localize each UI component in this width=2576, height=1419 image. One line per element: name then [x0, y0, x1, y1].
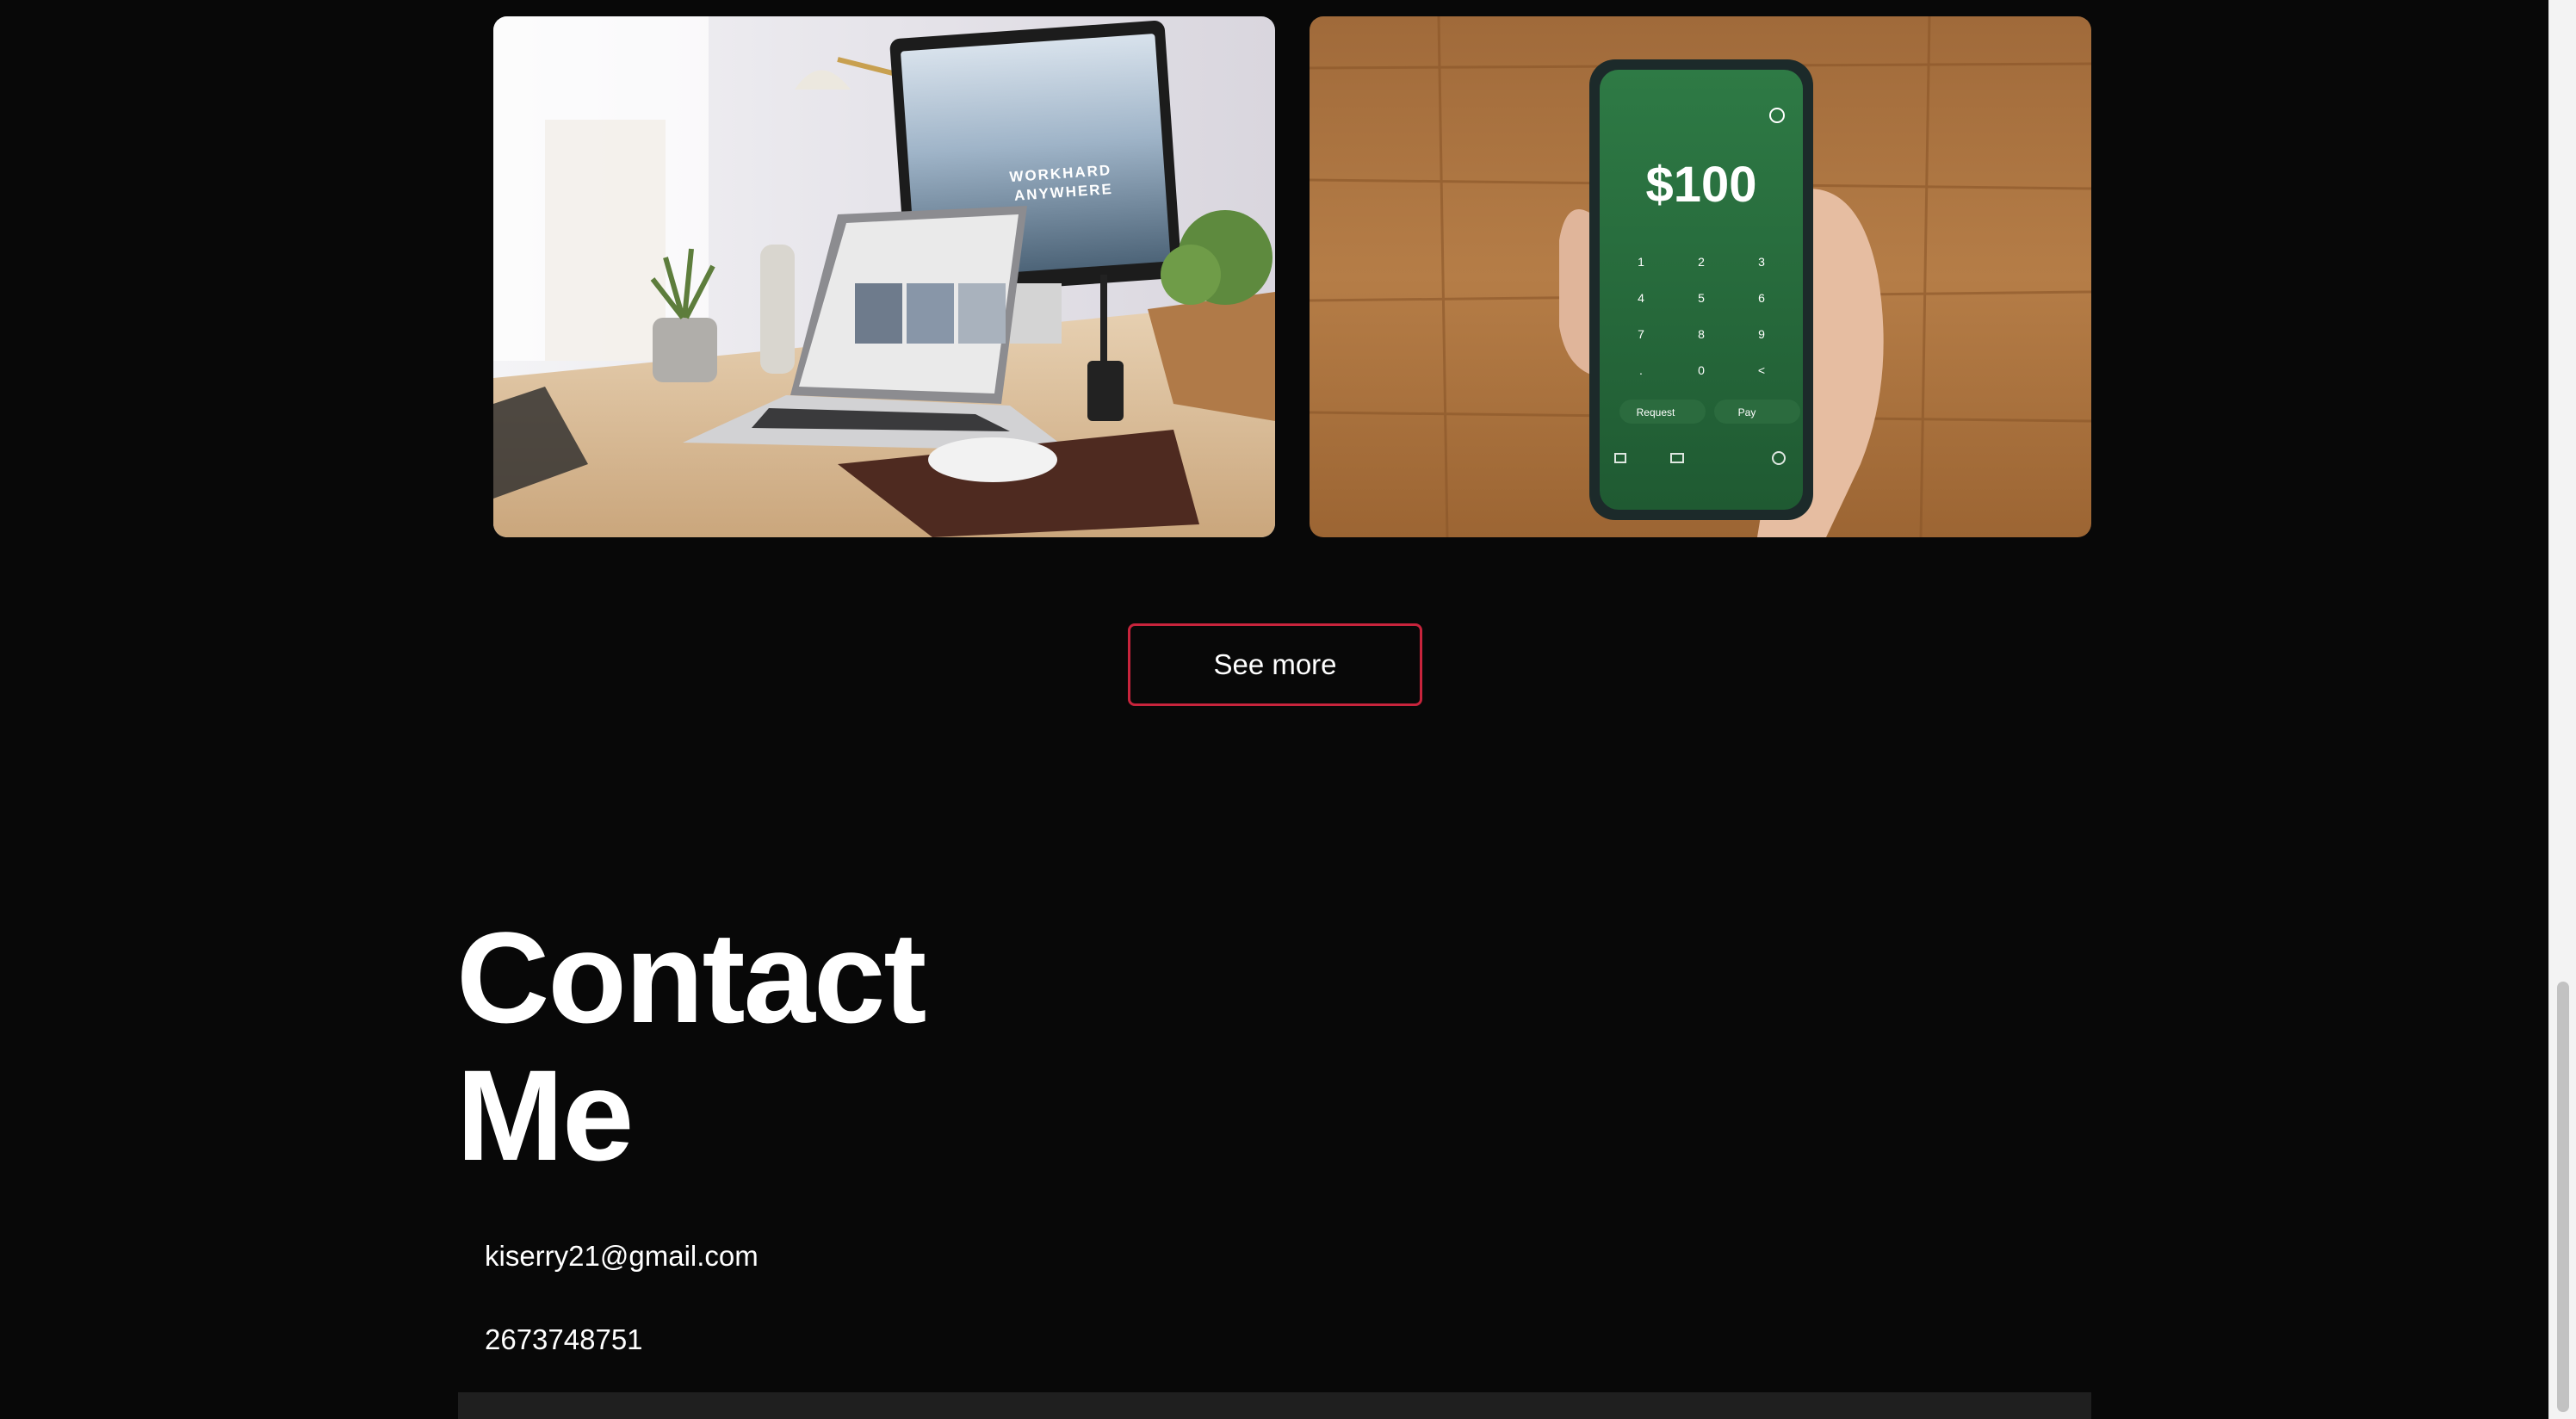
- keypad-key: 3: [1758, 255, 1765, 269]
- keypad-key: 8: [1698, 327, 1705, 341]
- contact-heading-line1: Contact: [456, 905, 926, 1050]
- project-card-desk[interactable]: WORKHARD ANYWHERE: [493, 16, 1275, 537]
- request-label: Request: [1637, 406, 1675, 418]
- contact-form-panel: [458, 1392, 2091, 1419]
- contact-heading-line2: Me: [456, 1043, 634, 1187]
- see-more-button[interactable]: See more: [1128, 623, 1422, 706]
- pay-label: Pay: [1738, 406, 1756, 418]
- keypad-key: 5: [1698, 291, 1705, 305]
- keypad-key: 0: [1698, 363, 1705, 377]
- keypad-key: 6: [1758, 291, 1765, 305]
- keypad-key: <: [1758, 363, 1765, 377]
- vertical-scrollbar[interactable]: [2548, 0, 2576, 1419]
- payment-amount: $100: [1645, 157, 1756, 213]
- keypad-key: .: [1639, 363, 1643, 377]
- contact-heading: Contact Me: [456, 905, 926, 1187]
- keypad-key: 7: [1638, 327, 1644, 341]
- project-card-phone[interactable]: $100 1 2 3 4 5 6 7 8 9. 0 < Request Pay: [1310, 16, 2091, 537]
- contact-phone[interactable]: 2673748751: [485, 1323, 643, 1356]
- portfolio-page: WORKHARD ANYWHERE $100 1 2 3 4 5 6 7 8 9…: [0, 0, 2548, 1419]
- keypad-key: 2: [1698, 255, 1705, 269]
- keypad-key: 9: [1758, 327, 1765, 341]
- scrollbar-thumb[interactable]: [2557, 982, 2569, 1412]
- keypad-key: 4: [1638, 291, 1644, 305]
- desk-workspace-image: WORKHARD ANYWHERE: [493, 16, 1275, 537]
- phone-payment-image: $100 1 2 3 4 5 6 7 8 9. 0 < Request Pay: [1310, 16, 2091, 537]
- contact-email[interactable]: kiserry21@gmail.com: [485, 1240, 759, 1273]
- keypad-key: 1: [1638, 255, 1644, 269]
